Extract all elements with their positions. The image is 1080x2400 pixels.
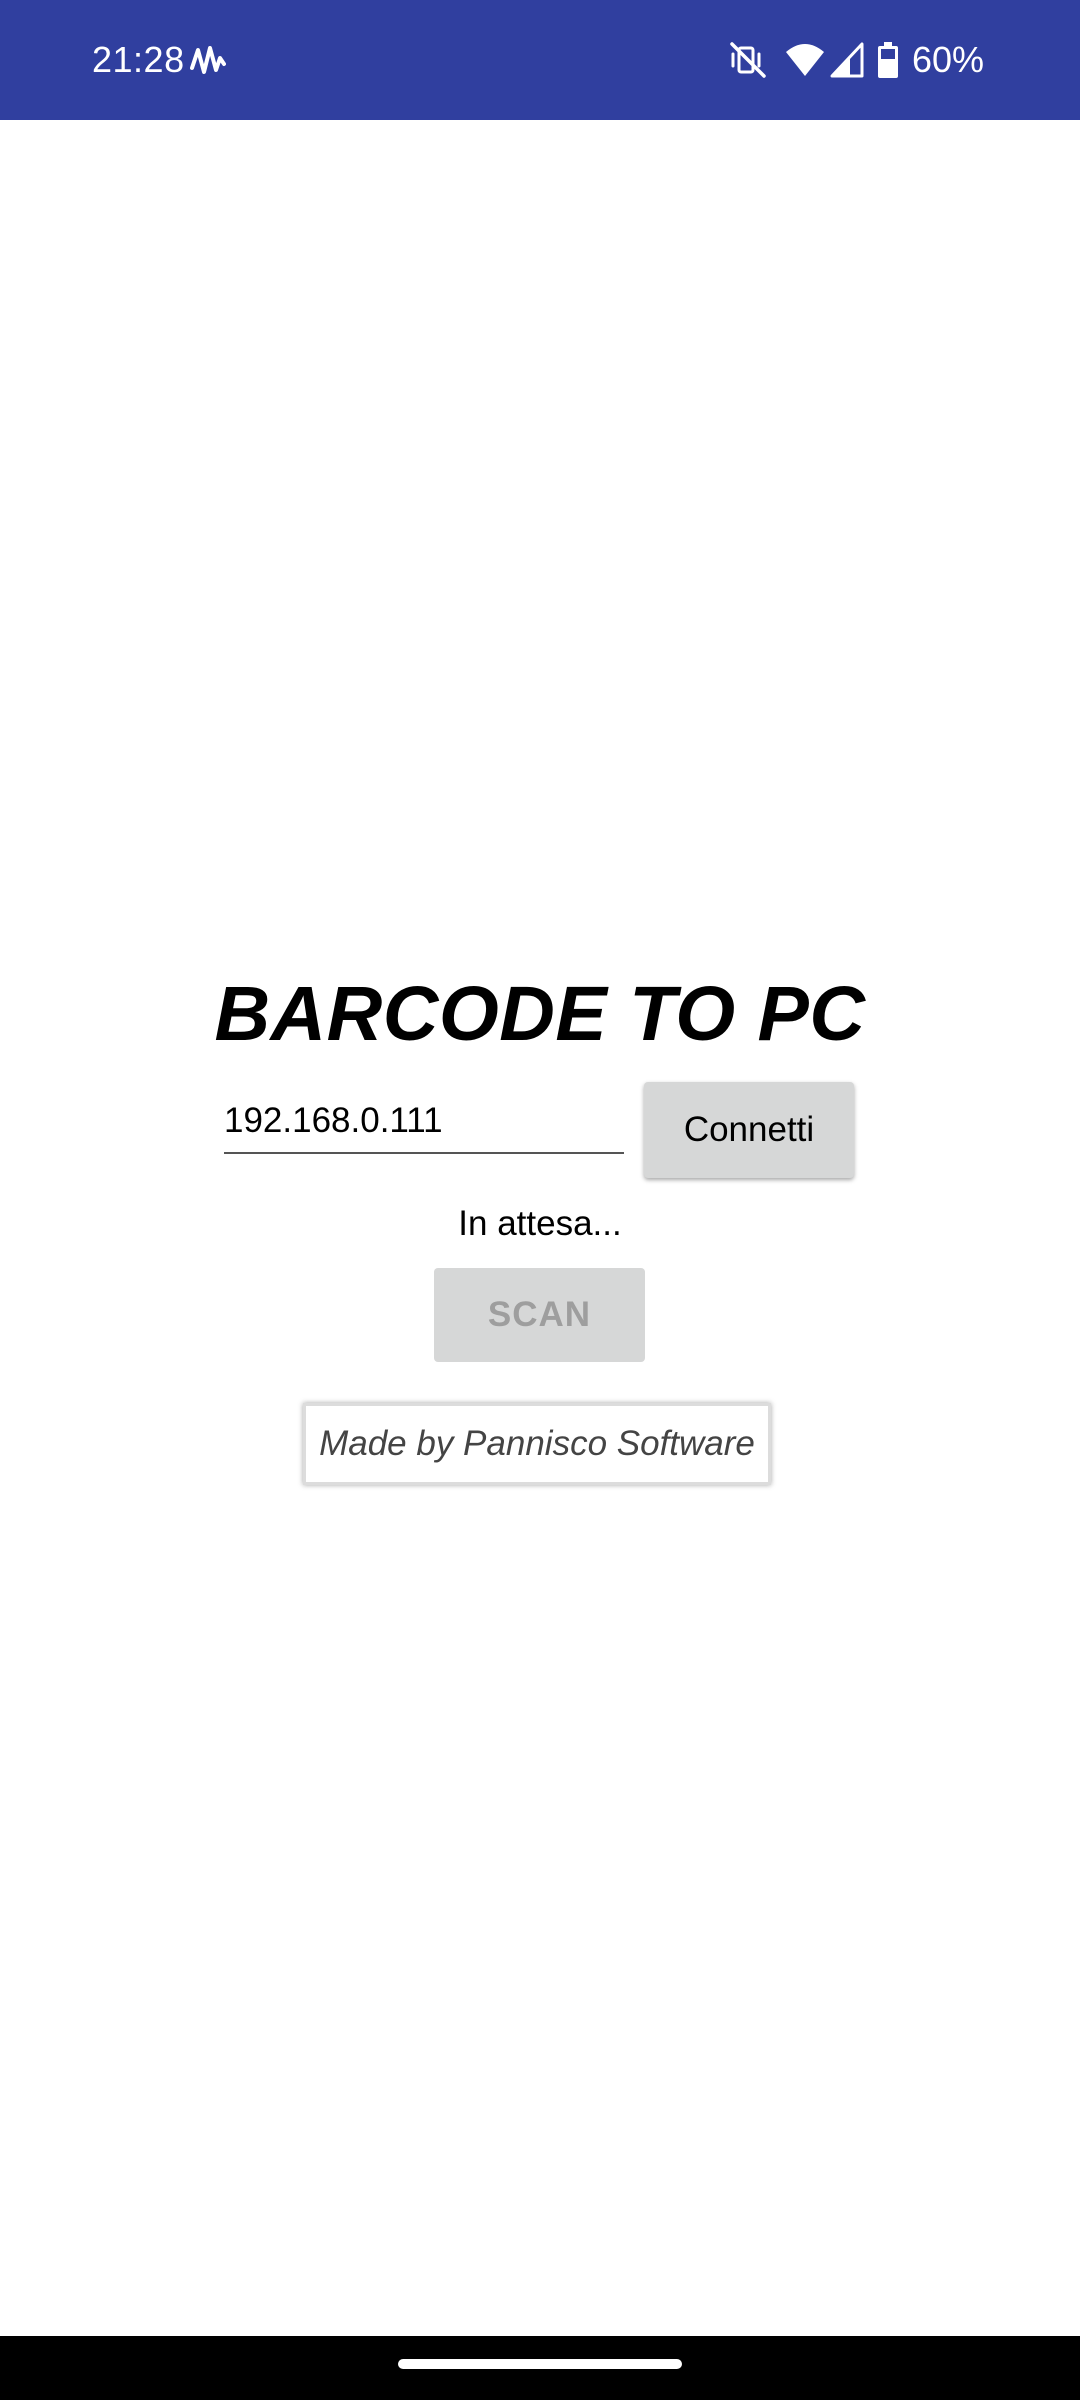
connect-button[interactable]: Connetti — [644, 1082, 854, 1178]
battery-icon — [878, 42, 898, 78]
status-bar: 21:28 60% — [0, 0, 1080, 120]
home-gesture-handle[interactable] — [398, 2359, 682, 2369]
connection-status-text: In attesa... — [458, 1204, 622, 1243]
wifi-icon — [786, 44, 824, 76]
ip-address-input[interactable] — [224, 1090, 624, 1154]
scan-button[interactable]: SCAN — [434, 1268, 645, 1362]
battery-percentage: 60% — [912, 39, 985, 80]
vibrate-off-icon — [730, 42, 766, 78]
credit-text: Made by Pannisco Software — [319, 1424, 755, 1463]
cellular-signal-icon — [830, 42, 864, 78]
status-time: 21:28 — [92, 39, 185, 80]
app-title: BARCODE TO PC — [214, 971, 866, 1057]
waveform-icon — [190, 46, 226, 74]
credit-box: Made by Pannisco Software — [303, 1403, 771, 1485]
